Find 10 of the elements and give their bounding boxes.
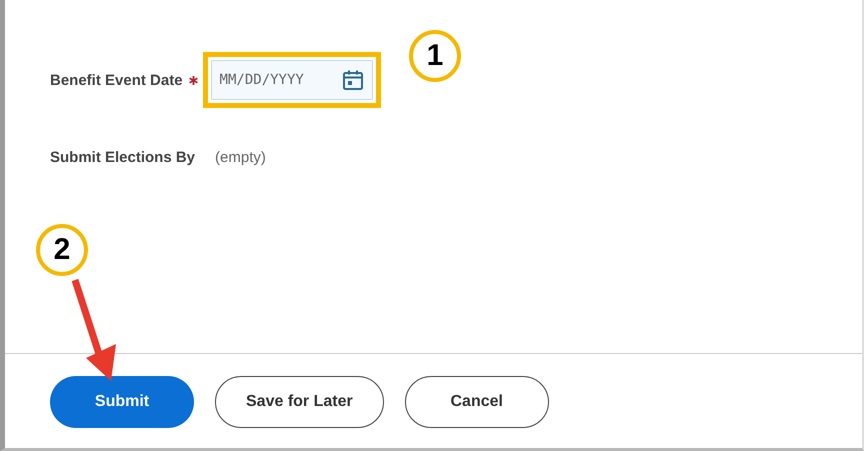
step-badge: 1 bbox=[409, 30, 461, 82]
calendar-icon[interactable] bbox=[340, 68, 365, 92]
secondary-button[interactable]: Cancel bbox=[404, 376, 549, 428]
date-field[interactable]: MM/DD/YYYY bbox=[210, 60, 373, 100]
step-badge: 2 bbox=[36, 224, 88, 276]
field-value: (empty) bbox=[215, 148, 266, 166]
field-label: Submit Elections By bbox=[50, 148, 196, 166]
secondary-button[interactable]: Save for Later bbox=[215, 376, 384, 428]
submit-button[interactable]: Submit bbox=[50, 376, 194, 428]
field-label: Benefit Event Date bbox=[50, 72, 183, 88]
